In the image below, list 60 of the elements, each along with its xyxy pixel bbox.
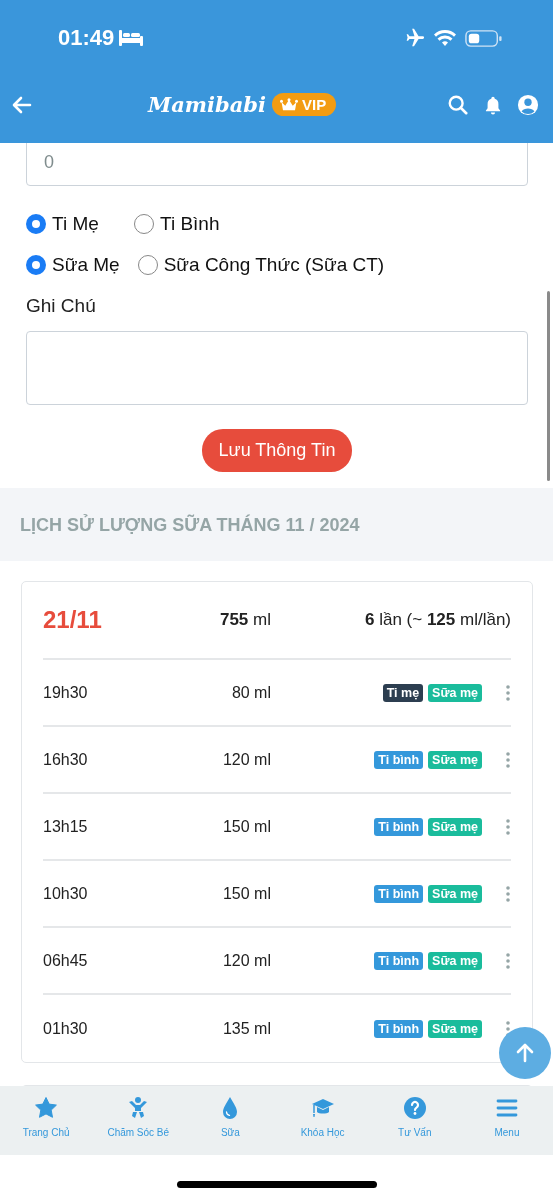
clock-time: 01:49	[58, 25, 115, 51]
search-icon[interactable]	[447, 93, 469, 116]
user-icon[interactable]	[517, 93, 539, 116]
nav-tab[interactable]: Trang Chủ	[0, 1096, 93, 1155]
feed-time: 16h30	[43, 750, 89, 769]
battery-icon	[465, 28, 503, 48]
feed-time: 13h15	[43, 817, 89, 836]
radio-option[interactable]: Sữa Mẹ	[26, 253, 120, 276]
feed-tag: Ti mẹ	[382, 683, 424, 702]
crown-icon	[280, 97, 298, 112]
feed-amount: 80 ml	[230, 683, 271, 702]
wifi-icon	[433, 29, 457, 47]
feed-amount: 150 ml	[221, 884, 271, 903]
day-date: 21/11	[43, 606, 103, 634]
nav-tab[interactable]: Tư Vấn	[368, 1096, 461, 1155]
app-logo: Mamibabi	[148, 92, 266, 117]
more-vertical-icon[interactable]	[506, 751, 510, 768]
feed-amount: 135 ml	[221, 1019, 271, 1038]
more-vertical-icon[interactable]	[506, 684, 510, 701]
day-total: 755 ml	[218, 610, 271, 630]
radio-option[interactable]: Ti Bình	[134, 212, 224, 235]
feed-tag: Sữa mẹ	[428, 951, 482, 970]
nav-tab[interactable]: Khóa Học	[276, 1096, 369, 1155]
more-vertical-icon[interactable]	[506, 952, 510, 969]
feed-tag: Sữa mẹ	[428, 884, 482, 903]
feed-time: 10h30	[43, 884, 89, 903]
feed-tag: Sữa mẹ	[428, 750, 482, 769]
scroll-top-button[interactable]	[499, 1027, 551, 1079]
feed-tag: Sữa mẹ	[428, 683, 482, 702]
feed-amount: 150 ml	[221, 817, 271, 836]
feed-tag: Ti bình	[374, 817, 424, 836]
feed-tag: Ti bình	[374, 750, 424, 769]
badge-label: VIP	[302, 96, 327, 113]
amount-field[interactable]: 0	[26, 143, 528, 186]
more-vertical-icon[interactable]	[506, 885, 510, 902]
help-icon	[402, 1096, 427, 1120]
radio-option[interactable]: Sữa Công Thức (Sữa CT)	[137, 253, 385, 276]
feed-amount: 120 ml	[221, 951, 271, 970]
section-title: LỊCH SỬ LƯỢNG SỮA THÁNG 11 / 2024	[20, 515, 360, 536]
bed-icon	[119, 30, 144, 46]
feed-count: 6 lần (~ 125 ml/lần)	[363, 610, 511, 630]
feed-amount: 120 ml	[221, 750, 271, 769]
feed-tag: Ti bình	[374, 1019, 424, 1038]
feed-tag: Ti bình	[374, 884, 424, 903]
radio-option[interactable]: Ti Mẹ	[26, 212, 116, 235]
nav-tab[interactable]: Chăm Sóc Bé	[92, 1096, 185, 1155]
more-vertical-icon[interactable]	[506, 818, 510, 835]
star-icon	[34, 1096, 59, 1120]
feed-time: 01h30	[43, 1019, 89, 1038]
note-field[interactable]	[26, 331, 528, 405]
feed-tag: Ti bình	[374, 951, 424, 970]
nav-tab[interactable]: Menu	[460, 1096, 553, 1155]
feed-time: 06h45	[43, 951, 89, 970]
nav-tab[interactable]: Sữa	[184, 1096, 277, 1155]
feed-tag: Sữa mẹ	[428, 817, 482, 836]
note-label: Ghi Chú	[26, 295, 97, 317]
graduation-cap-icon	[310, 1096, 335, 1120]
feed-time: 19h30	[43, 683, 89, 702]
feed-tag: Sữa mẹ	[428, 1019, 482, 1038]
save-button[interactable]: Lưu Thông Tin	[201, 429, 353, 472]
